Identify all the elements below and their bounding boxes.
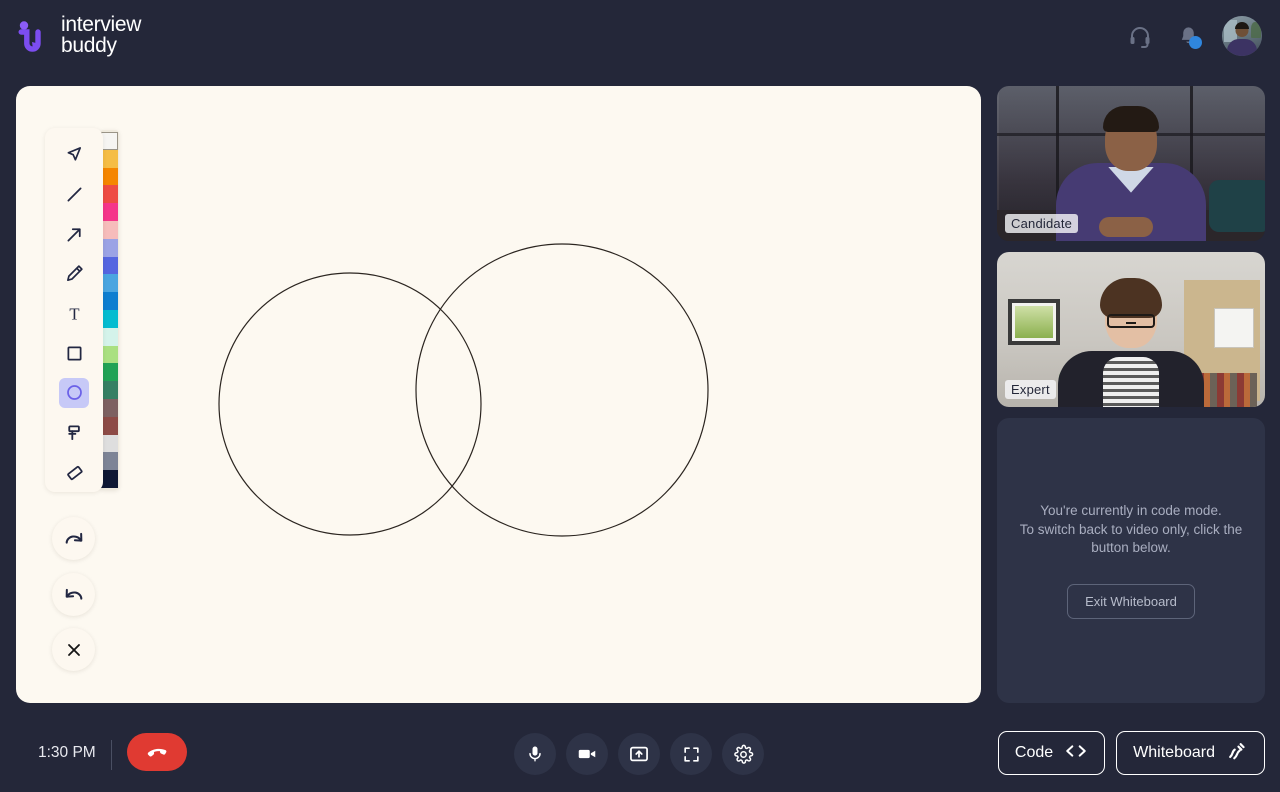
settings-button[interactable] [722,733,764,775]
code-brackets-icon [1064,743,1088,764]
color-swatch-6[interactable] [101,238,118,257]
header-actions [1126,16,1262,56]
whiteboard-toolbar: T [45,128,103,492]
whiteboard-mode-label: Whiteboard [1133,744,1215,761]
undo-button[interactable] [52,573,95,616]
redo-button[interactable] [52,517,95,560]
code-mode-line-2: To switch back to video only, click the [1019,521,1243,537]
ellipse-tool[interactable] [59,378,89,408]
brand-line-1: interview [61,13,142,37]
exit-whiteboard-button[interactable]: Exit Whiteboard [1067,583,1195,619]
right-sidebar: Candidate Expert You're currently in cod… [997,86,1265,703]
canvas-drawing [218,243,709,537]
line-tool[interactable] [59,180,89,210]
whiteboard-canvas[interactable] [16,86,981,703]
bottom-toolbar: 1:30 PM Code Whiteboard [0,716,1280,792]
notification-badge [1189,36,1202,49]
color-swatch-12[interactable] [101,345,118,364]
headset-icon[interactable] [1126,22,1154,50]
color-swatch-5[interactable] [101,220,118,239]
code-mode-button[interactable]: Code [997,731,1106,775]
camera-button[interactable] [566,733,608,775]
app-root: interview buddy T Candidate Expert You'r… [0,0,1280,792]
color-swatch-7[interactable] [101,256,118,275]
drawn-circle-right [415,243,709,537]
code-mode-line-3: button below. [1091,540,1171,556]
color-swatch-17[interactable] [101,434,118,453]
microphone-button[interactable] [514,733,556,775]
arrow-tool[interactable] [59,219,89,249]
text-tool[interactable]: T [59,299,89,329]
code-mode-label: Code [1014,744,1054,761]
color-swatch-15[interactable] [101,398,118,417]
brand-logo[interactable]: interview buddy [18,15,141,56]
app-header: interview buddy [0,0,1280,72]
color-swatch-14[interactable] [101,381,118,399]
fullscreen-button[interactable] [670,733,712,775]
pencil-tool[interactable] [59,259,89,289]
eraser-tool[interactable] [59,457,89,487]
select-tool[interactable] [59,140,89,170]
logo-mark-icon [18,19,52,53]
expert-video-tile[interactable]: Expert [997,252,1265,407]
code-mode-message: You're currently in code mode. To switch… [1020,502,1243,558]
color-swatch-10[interactable] [101,309,118,328]
whiteboard-mode-button[interactable]: Whiteboard [1116,731,1265,775]
user-avatar[interactable] [1222,16,1262,56]
color-swatch-16[interactable] [101,416,118,435]
color-swatch-19[interactable] [101,470,118,488]
rectangle-tool[interactable] [59,338,89,368]
color-swatch-9[interactable] [101,292,118,310]
call-controls [514,733,764,775]
color-swatch-3[interactable] [101,185,118,204]
code-mode-line-1: You're currently in code mode. [1040,503,1222,519]
drawn-circle-left [218,272,482,536]
mode-switch-buttons: Code Whiteboard [997,731,1265,775]
bell-icon[interactable] [1174,22,1202,50]
svg-text:T: T [69,305,79,324]
color-swatch-0[interactable] [101,132,118,150]
candidate-label: Candidate [1005,214,1079,233]
end-call-button[interactable] [127,733,187,771]
toolbar-divider [111,740,112,770]
code-mode-panel: You're currently in code mode. To switch… [997,418,1265,703]
brand-line-2: buddy [61,34,117,57]
clear-canvas-button[interactable] [52,628,95,671]
color-swatch-1[interactable] [101,149,118,168]
color-swatch-18[interactable] [101,452,118,471]
stamp-tool[interactable] [59,418,89,448]
color-swatch-11[interactable] [101,327,118,346]
color-swatch-13[interactable] [101,363,118,382]
color-swatch-8[interactable] [101,274,118,293]
color-swatch-4[interactable] [101,203,118,221]
whiteboard-scribble-icon [1226,741,1248,766]
candidate-video-tile[interactable]: Candidate [997,86,1265,241]
session-time: 1:30 PM [38,744,96,761]
color-swatch-2[interactable] [101,167,118,186]
expert-label: Expert [1005,380,1056,399]
share-screen-button[interactable] [618,733,660,775]
